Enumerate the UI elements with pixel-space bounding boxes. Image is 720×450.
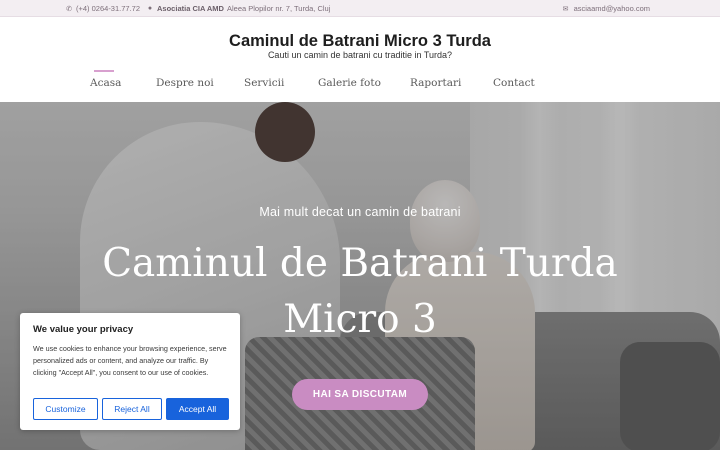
hero-kicker: Mai mult decat un camin de batrani bbox=[259, 205, 461, 219]
site-header: Caminul de Batrani Micro 3 Turda Cauti u… bbox=[0, 17, 720, 102]
nav-item-servicii[interactable]: Servicii bbox=[244, 77, 284, 89]
site-title[interactable]: Caminul de Batrani Micro 3 Turda bbox=[0, 32, 720, 51]
nav-item-contact[interactable]: Contact bbox=[493, 77, 535, 89]
site-tagline: Cauti un camin de batrani cu traditie in… bbox=[267, 50, 453, 60]
address-item: ● Asociatia CIA AMD Aleea Plopilor nr. 7… bbox=[146, 4, 330, 13]
customize-button[interactable]: Customize bbox=[33, 398, 98, 420]
cookie-consent-banner: We value your privacy We use cookies to … bbox=[20, 313, 240, 430]
nav-item-label: Acasa bbox=[90, 77, 122, 89]
contact-info: ✆ (+4) 0264-31.77.72 ● Asociatia CIA AMD… bbox=[65, 4, 330, 13]
phone-number: (+4) 0264-31.77.72 bbox=[76, 4, 141, 13]
nav-item-despre-noi[interactable]: Despre noi bbox=[156, 77, 214, 89]
nav-item-label: Servicii bbox=[244, 77, 285, 89]
phone-item[interactable]: ✆ (+4) 0264-31.77.72 bbox=[65, 4, 140, 13]
email-text: asciaamd@yahoo.com bbox=[573, 4, 650, 13]
accept-all-button[interactable]: Accept All bbox=[166, 398, 229, 420]
email-item[interactable]: ✉ asciaamd@yahoo.com bbox=[562, 4, 650, 13]
location-pin-icon: ● bbox=[147, 5, 153, 12]
cookie-buttons: Customize Reject All Accept All bbox=[33, 398, 229, 420]
phone-icon: ✆ bbox=[66, 5, 72, 13]
nav-item-label: Galerie foto bbox=[318, 77, 381, 89]
nav-item-galerie-foto[interactable]: Galerie foto bbox=[318, 77, 381, 89]
address-text: Aleea Plopilor nr. 7, Turda, Cluj bbox=[226, 4, 331, 13]
cookie-title: We value your privacy bbox=[33, 324, 134, 335]
hero-title-line-1: Caminul de Batrani Turda bbox=[102, 241, 618, 286]
nav-item-acasa[interactable]: Acasa bbox=[90, 70, 122, 89]
organization-name: Asociatia CIA AMD bbox=[157, 4, 224, 13]
nav-item-raportari[interactable]: Raportari bbox=[410, 77, 461, 89]
active-indicator bbox=[94, 70, 114, 72]
nav-item-label: Raportari bbox=[410, 77, 462, 89]
cta-button[interactable]: HAI SA DISCUTAM bbox=[292, 379, 428, 410]
main-navigation: Acasa Despre noi Servicii Galerie foto R… bbox=[0, 70, 720, 93]
cookie-description: We use cookies to enhance your browsing … bbox=[33, 344, 227, 377]
reject-all-button[interactable]: Reject All bbox=[102, 398, 162, 420]
top-info-bar: ✆ (+4) 0264-31.77.72 ● Asociatia CIA AMD… bbox=[0, 0, 720, 17]
envelope-icon: ✉ bbox=[562, 5, 569, 13]
nav-item-label: Contact bbox=[493, 77, 535, 89]
nav-item-label: Despre noi bbox=[156, 77, 214, 89]
